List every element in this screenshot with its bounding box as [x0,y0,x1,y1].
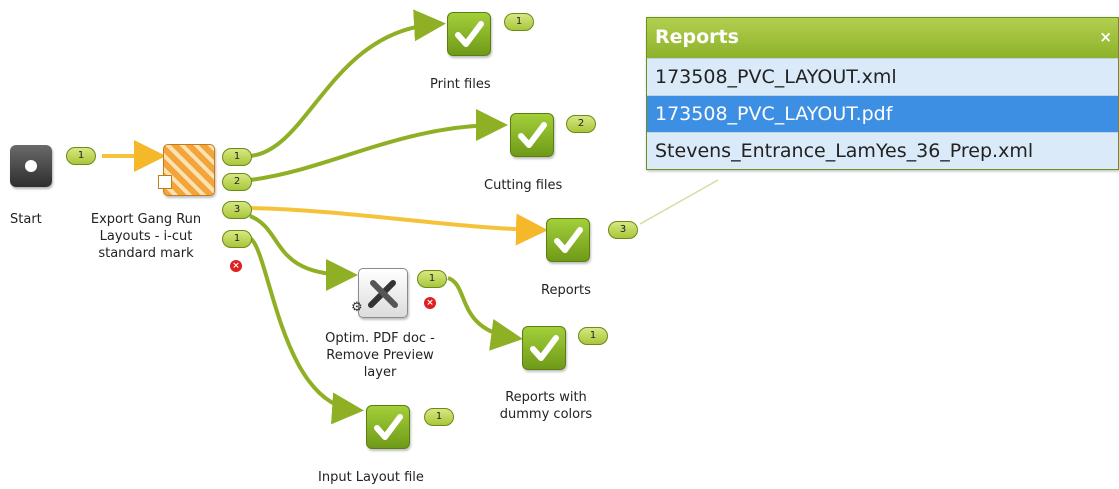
start-icon [10,145,52,187]
reports-node[interactable] [546,218,590,262]
export-label-line2: Layouts - i-cut [99,229,193,244]
checkmark-icon [510,113,554,157]
reports-dummy-node[interactable] [522,326,566,370]
checkmark-icon [546,218,590,262]
reports-dummy-label: Reports with dummy colors [476,389,616,423]
reports-dummy-label-line1: Reports with [505,390,587,405]
badge-start-out: 1 [66,147,96,165]
optim-label-line3: layer [363,365,397,380]
export-label-line3: standard mark [98,246,194,261]
badge-export-out-4: 1 [222,230,252,248]
tools-icon: ⚙ [351,268,408,318]
report-file-item[interactable]: Stevens_Entrance_LamYes_36_Prep.xml [647,132,1118,169]
badge-input-layout: 1 [424,408,454,426]
badge-print-files: 1 [504,13,534,31]
badge-export-out-2: 2 [222,173,252,191]
checkmark-icon [522,326,566,370]
reports-dummy-label-line2: dummy colors [499,407,593,422]
reports-popup: Reports × 173508_PVC_LAYOUT.xml 173508_P… [646,17,1119,170]
reports-popup-header: Reports × [647,18,1118,58]
badge-export-out-3: 3 [222,201,252,219]
gear-icon: ⚙ [351,300,363,315]
export-label: Export Gang Run Layouts - i-cut standard… [66,211,226,262]
reports-popup-title: Reports [655,26,739,48]
export-label-line1: Export Gang Run [90,212,202,227]
panel-pointer-line [639,179,719,225]
badge-export-out-1: 1 [222,148,252,166]
cutting-files-node[interactable] [510,113,554,157]
connector-export-reports[interactable] [249,206,548,246]
badge-reports-dummy: 1 [578,327,608,345]
export-node[interactable] [158,144,215,196]
input-layout-label: Input Layout file [318,470,424,485]
start-node[interactable] [10,145,52,187]
print-files-label: Print files [430,77,491,92]
connector-export-input[interactable] [248,236,364,425]
reports-label: Reports [541,283,591,298]
report-file-item-selected[interactable]: 173508_PVC_LAYOUT.pdf [647,95,1118,132]
badge-cutting-files: 2 [566,115,596,133]
checkmark-icon [447,12,491,56]
optim-node[interactable]: ⚙ [351,268,408,318]
badge-optim-out: 1 [417,270,447,288]
close-icon[interactable]: × [1099,28,1112,46]
start-label: Start [10,212,42,227]
print-files-node[interactable] [447,12,491,56]
optim-error-icon[interactable]: × [424,297,436,309]
connector-optim-dummy[interactable] [447,276,523,351]
export-error-icon[interactable]: × [230,260,242,272]
badge-reports: 3 [608,221,638,239]
report-file-item[interactable]: 173508_PVC_LAYOUT.xml [647,58,1118,95]
optim-label-line2: Remove Preview [326,348,434,363]
optim-label-line1: Optim. PDF doc - [325,331,435,346]
export-gang-run-icon [158,144,215,196]
cutting-files-label: Cutting files [484,178,563,193]
checkmark-icon [366,405,410,449]
input-layout-node[interactable] [366,405,410,449]
optim-label: Optim. PDF doc - Remove Preview layer [300,330,460,381]
